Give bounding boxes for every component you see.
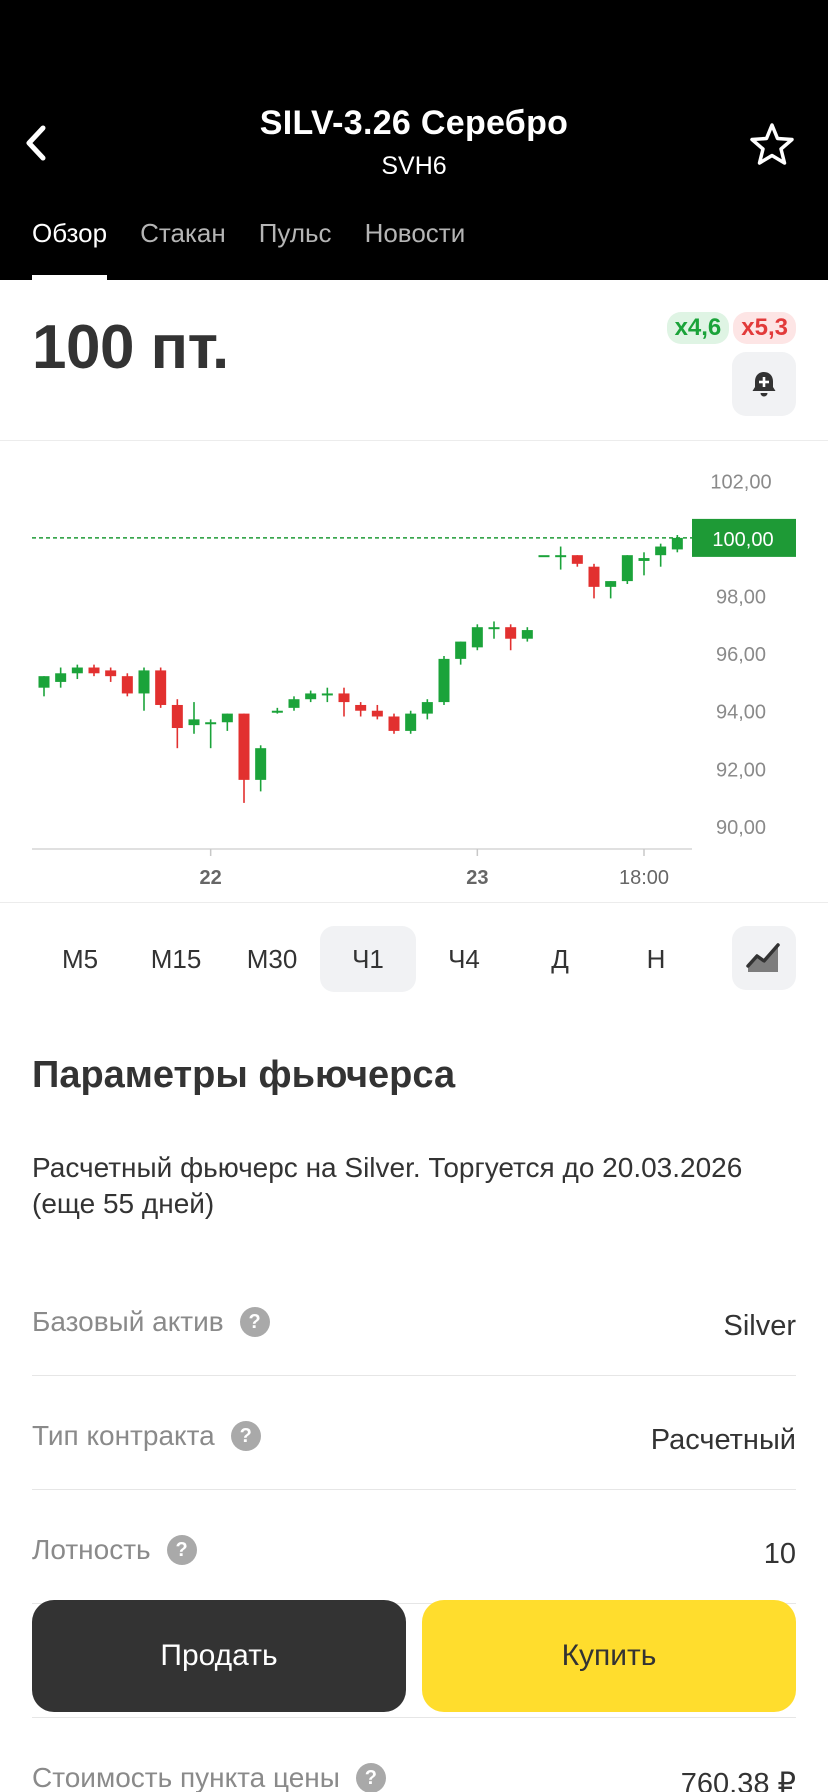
candle-body	[488, 627, 500, 630]
candle-body	[288, 699, 300, 708]
tab-news[interactable]: Новости	[365, 218, 466, 280]
help-icon[interactable]: ?	[230, 1421, 261, 1451]
tab-pulse[interactable]: Пульс	[259, 218, 332, 280]
current-price-label: 100,00	[712, 529, 773, 551]
candlestick-chart: 102,00 98,00 96,00 94,00 92,00 90,00 22 23 18:00…	[32, 471, 796, 889]
instrument-ticker: SVH6	[381, 152, 447, 180]
instrument-title: SILV-3.26 Серебро	[259, 104, 569, 142]
candle-body	[538, 555, 550, 558]
candle-body	[471, 627, 483, 648]
param-row-contract-type: Тип контракта ? Расчетный	[32, 1376, 796, 1490]
param-row-base-asset: Базовый актив ? Silver	[32, 1262, 796, 1376]
candle-body	[655, 546, 667, 556]
candle-body	[588, 566, 600, 587]
leverage-badges: x4,6 x5,3	[663, 312, 796, 344]
y-tick-label: 98,00	[716, 587, 766, 609]
candle-body	[221, 713, 233, 723]
section-title: Параметры фьючерса	[32, 1054, 456, 1096]
candle-body	[555, 555, 567, 558]
candle-body	[271, 710, 283, 713]
period-m30[interactable]: M30	[224, 926, 320, 992]
period-day[interactable]: Д	[512, 926, 608, 992]
line-chart-icon	[746, 943, 780, 972]
help-icon[interactable]: ?	[239, 1307, 270, 1337]
candle-body	[105, 670, 117, 677]
candle-body	[88, 667, 100, 674]
candle-body	[388, 716, 400, 731]
candle-body	[305, 693, 317, 700]
candle-body	[505, 627, 517, 639]
period-h1[interactable]: Ч1	[320, 926, 416, 992]
candle-body	[205, 722, 217, 725]
param-value: Silver	[723, 1310, 796, 1342]
param-label: Тип контракта	[32, 1420, 215, 1451]
candle-body	[438, 658, 450, 703]
help-icon[interactable]: ?	[355, 1763, 386, 1792]
candle-body	[571, 555, 583, 564]
tab-overview[interactable]: Обзор	[32, 218, 108, 280]
help-icon[interactable]: ?	[166, 1535, 197, 1565]
param-value: 10	[763, 1538, 796, 1570]
y-tick-label: 94,00	[716, 702, 766, 724]
x-tick-label: 22	[200, 867, 222, 889]
tab-order-book[interactable]: Стакан	[140, 218, 226, 280]
x-tick-label: 18:00	[619, 867, 669, 889]
y-tick-label: 96,00	[716, 644, 766, 666]
candle-body	[138, 670, 150, 694]
candle-body	[71, 667, 83, 674]
favorite-button[interactable]	[746, 120, 798, 170]
candle-body	[405, 713, 417, 731]
candle-body	[621, 555, 633, 582]
period-m15[interactable]: M15	[128, 926, 224, 992]
candle-body	[671, 537, 683, 550]
param-label: Базовый актив	[32, 1306, 224, 1337]
param-row-lot-size: Лотность ? 10	[32, 1490, 796, 1604]
candle-body	[188, 719, 200, 726]
leverage-short-badge: x5,3	[733, 312, 796, 344]
param-label: Стоимость пункта цены	[32, 1762, 340, 1792]
param-label: Лотность	[32, 1534, 151, 1565]
candle-body	[238, 713, 250, 780]
x-tick-label: 23	[466, 867, 488, 889]
leverage-long-badge: x4,6	[666, 312, 730, 344]
divider	[0, 902, 828, 903]
period-selector: M5 M15 M30 Ч1 Ч4 Д Н	[32, 926, 796, 992]
candle-body	[355, 704, 367, 711]
futures-description: Расчетный фьючерс на Silver. Торгуется д…	[32, 1152, 743, 1219]
candle-body	[171, 704, 183, 729]
buy-button[interactable]: Купить	[422, 1600, 796, 1712]
star-icon	[750, 123, 794, 165]
candle-body	[455, 641, 467, 659]
period-week[interactable]: Н	[608, 926, 704, 992]
y-tick-label: 102,00	[710, 471, 771, 493]
param-value: Расчетный	[650, 1424, 796, 1456]
candle-body	[255, 748, 267, 780]
candle-body	[121, 676, 133, 694]
y-tick-label: 92,00	[716, 759, 766, 781]
period-m5[interactable]: M5	[32, 926, 128, 992]
y-tick-label: 90,00	[716, 817, 766, 839]
top-bar: SILV-3.26 Серебро SVH6 Обзор Стакан Пуль…	[0, 0, 828, 280]
price-chart[interactable]: 102,00 98,00 96,00 94,00 92,00 90,00 22 23 18:00…	[0, 441, 828, 901]
candle-body	[638, 558, 650, 561]
period-h4[interactable]: Ч4	[416, 926, 512, 992]
chart-type-button[interactable]	[732, 926, 796, 990]
candle-body	[55, 673, 67, 682]
candle-body	[38, 676, 50, 688]
price-alert-button[interactable]	[732, 352, 796, 416]
candle-body	[155, 670, 167, 705]
candle-body	[605, 581, 617, 587]
candle-body	[338, 693, 350, 703]
tab-bar: Обзор Стакан Пульс Новости	[32, 218, 498, 280]
candle-body	[321, 693, 333, 696]
param-row-point-cost: Стоимость пункта цены ? 760,38 ₽	[32, 1718, 796, 1792]
candle-body	[421, 702, 433, 714]
candle-body	[371, 710, 383, 717]
sell-button[interactable]: Продать	[32, 1600, 406, 1712]
candle-body	[521, 630, 533, 639]
current-price: 100 пт.	[32, 313, 229, 382]
bell-plus-icon	[752, 372, 776, 397]
param-value: 760,38 ₽	[680, 1768, 796, 1792]
